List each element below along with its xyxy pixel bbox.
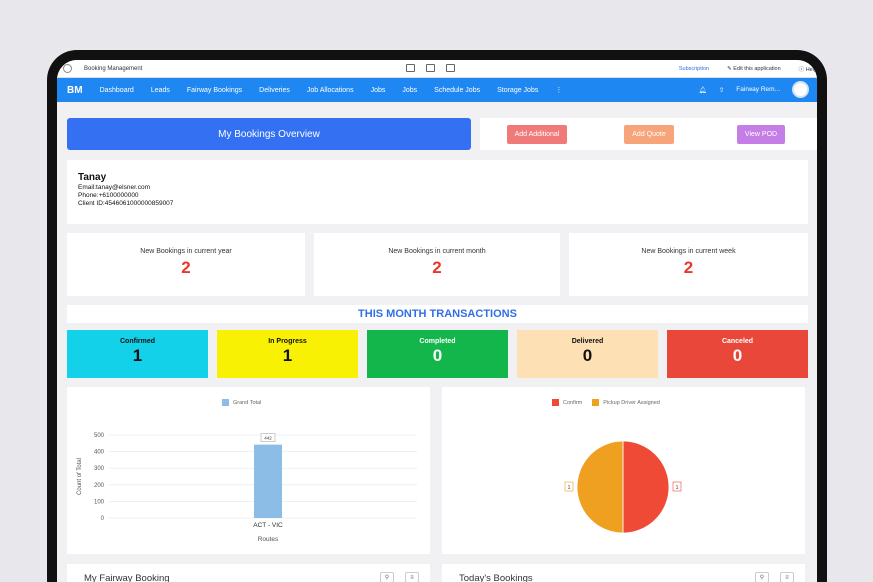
- status-label: Delivered: [571, 338, 604, 345]
- app-title: Booking Management: [84, 65, 143, 72]
- menu-icon[interactable]: ≡: [780, 572, 794, 582]
- device-preview-switcher: [406, 64, 455, 72]
- help-link[interactable]: ⓘ Help: [799, 65, 817, 73]
- profile-card: Tanay Email:tanay@elsner.com Phone:+6100…: [67, 160, 808, 224]
- status-card-in-progress[interactable]: In Progress 1: [217, 330, 358, 378]
- app-settings-icon[interactable]: [63, 64, 72, 73]
- stat-card-month: New Bookings in current month 2: [314, 233, 560, 296]
- panel-title: Today's Bookings: [459, 573, 533, 582]
- panel-title: My Fairway Booking: [84, 573, 170, 582]
- y-tick-label: 300: [94, 466, 105, 472]
- x-axis-label: Routes: [258, 536, 279, 543]
- nav-item-jobs-2[interactable]: Jobs: [402, 87, 417, 94]
- status-card-completed[interactable]: Completed 0: [367, 330, 508, 378]
- status-value: 0: [582, 346, 593, 365]
- nav-right: 🔔︎ ⇧ Fairway Rem...: [699, 81, 809, 98]
- app-topbar: Booking Management Subscription ✎ Edit t…: [57, 60, 817, 78]
- view-pod-button[interactable]: View POD: [736, 124, 786, 144]
- bar: [254, 444, 282, 518]
- status-label: Confirmed: [120, 338, 155, 345]
- nav-item-dashboard[interactable]: Dashboard: [100, 87, 134, 94]
- stat-value: 2: [683, 258, 694, 277]
- status-card-delivered[interactable]: Delivered 0: [517, 330, 658, 378]
- subscription-link[interactable]: Subscription: [679, 66, 709, 72]
- page-title: My Bookings Overview: [67, 118, 471, 150]
- search-icon[interactable]: ⚲: [755, 572, 769, 582]
- nav-item-job-allocations[interactable]: Job Allocations: [307, 87, 354, 94]
- pie-chart-panel: Confirm Pickup Driver Assigned 11: [442, 387, 805, 554]
- stat-label: New Bookings in current month: [388, 248, 486, 255]
- status-value: 0: [732, 346, 743, 365]
- profile-email: Email:tanay@elsner.com: [78, 184, 150, 191]
- pie-slice: [622, 440, 670, 534]
- stat-label: New Bookings in current year: [140, 248, 232, 255]
- y-tick-label: 0: [101, 516, 105, 522]
- nav-item-storage-jobs[interactable]: Storage Jobs: [497, 87, 538, 94]
- bar-chart: 0 100 200 300 400 500 Count of Total 442 ACT - V…: [77, 433, 417, 543]
- menu-icon[interactable]: ≡: [405, 572, 419, 582]
- app-logo[interactable]: BM: [67, 85, 83, 96]
- bell-icon[interactable]: 🔔︎: [699, 86, 707, 94]
- add-additional-box: Add Additional: [480, 118, 594, 150]
- stat-value: 2: [181, 258, 191, 277]
- x-tick-label: ACT - VIC: [253, 522, 283, 529]
- data-label: 442: [264, 436, 272, 441]
- y-tick-label: 200: [94, 483, 105, 489]
- profile-client-id: Client ID:4546061000000859007: [78, 200, 174, 207]
- stat-card-week: New Bookings in current week 2: [569, 233, 808, 296]
- nav-item-jobs[interactable]: Jobs: [371, 87, 386, 94]
- my-fairway-booking-panel: My Fairway Booking ⚲ ≡: [67, 564, 430, 582]
- stat-value: 2: [432, 258, 442, 277]
- profile-phone: Phone:+6100000000: [78, 192, 139, 199]
- stat-label: New Bookings in current week: [641, 248, 736, 255]
- user-name[interactable]: Fairway Rem...: [736, 86, 780, 93]
- pie-slice: [576, 440, 624, 534]
- nav-item-schedule-jobs[interactable]: Schedule Jobs: [434, 87, 480, 94]
- y-tick-label: 400: [94, 450, 105, 456]
- status-value: 0: [432, 346, 443, 365]
- status-value: 1: [132, 346, 143, 365]
- status-label: Completed: [419, 338, 456, 345]
- add-quote-box: Add Quote: [592, 118, 706, 150]
- nav-item-fairway-bookings[interactable]: Fairway Bookings: [187, 87, 242, 94]
- stat-card-year: New Bookings in current year 2: [67, 233, 305, 296]
- nav-item-deliveries[interactable]: Deliveries: [259, 87, 290, 94]
- add-quote-button[interactable]: Add Quote: [624, 124, 674, 144]
- status-card-confirmed[interactable]: Confirmed 1: [67, 330, 208, 378]
- y-tick-label: 500: [94, 433, 105, 439]
- status-label: In Progress: [268, 338, 307, 345]
- pie-chart: 11: [564, 440, 682, 534]
- data-label: 1: [568, 485, 571, 491]
- status-value: 1: [282, 346, 293, 365]
- desktop-view-icon[interactable]: [406, 64, 415, 72]
- profile-name: Tanay: [78, 172, 107, 183]
- edit-application-link[interactable]: ✎ Edit this application: [727, 66, 781, 72]
- bar-chart-panel: Grand Total 0 100 200 300 400 500 Count of Tot…: [67, 387, 430, 554]
- status-label: Canceled: [721, 338, 754, 345]
- view-pod-box: View POD: [704, 118, 817, 150]
- app-screen: Booking Management Subscription ✎ Edit t…: [57, 60, 817, 582]
- y-tick-label: 100: [94, 499, 105, 505]
- nav-item-leads[interactable]: Leads: [151, 87, 170, 94]
- more-menu-icon[interactable]: ⋮: [555, 86, 562, 94]
- transactions-title: THIS MONTH TRANSACTIONS: [67, 305, 808, 323]
- topbar-actions: Subscription ✎ Edit this application ⓘ H…: [679, 60, 817, 78]
- mobile-view-icon[interactable]: [446, 64, 455, 72]
- main-nav: BM Dashboard Leads Fairway Bookings Deli…: [57, 78, 817, 102]
- upload-icon[interactable]: ⇧: [719, 86, 724, 94]
- status-card-canceled[interactable]: Canceled 0: [667, 330, 808, 378]
- add-additional-button[interactable]: Add Additional: [506, 124, 568, 144]
- todays-bookings-panel: Today's Bookings ⚲ ≡: [442, 564, 805, 582]
- search-icon[interactable]: ⚲: [380, 572, 394, 582]
- tablet-view-icon[interactable]: [426, 64, 435, 72]
- y-axis-label: Count of Total: [77, 458, 83, 495]
- avatar[interactable]: [792, 81, 809, 98]
- data-label: 1: [676, 485, 679, 491]
